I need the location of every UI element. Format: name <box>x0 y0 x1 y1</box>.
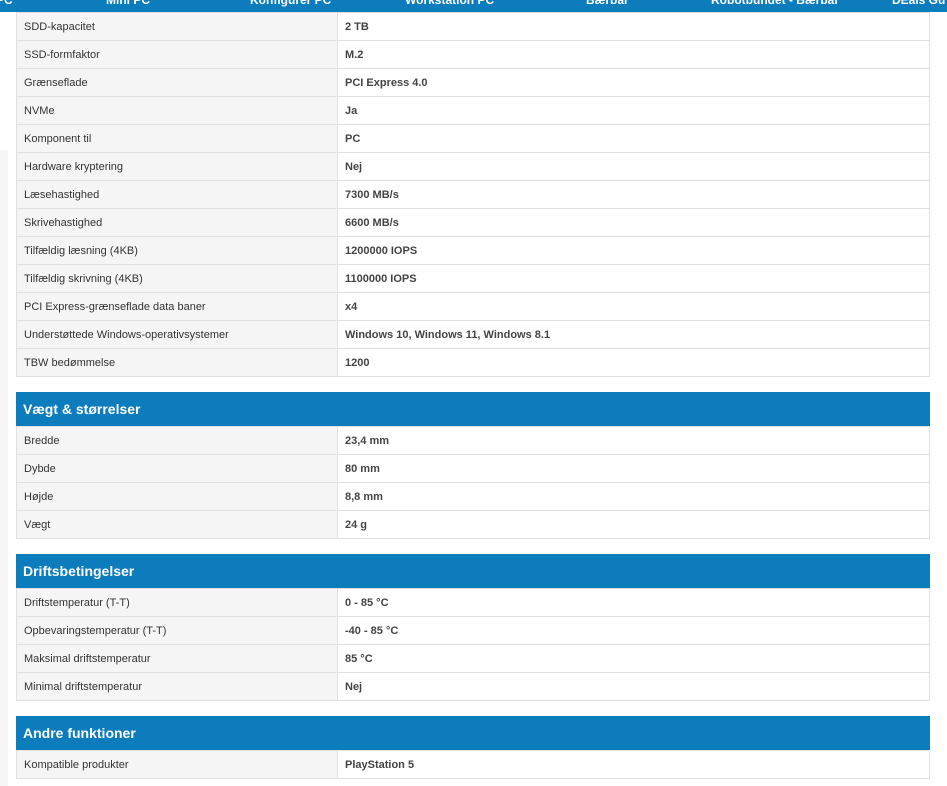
table-row: Maksimal driftstemperatur 85 °C <box>16 644 930 673</box>
spec-value: PlayStation 5 <box>337 750 930 779</box>
table-row: Kompatible produkter PlayStation 5 <box>16 750 930 779</box>
spec-label: Bredde <box>16 426 338 455</box>
table-row: Dybde 80 mm <box>16 454 930 483</box>
left-side-strip <box>0 150 8 786</box>
spec-value: Nej <box>337 672 930 701</box>
spec-table-other-features: Kompatible produkter PlayStation 5 <box>16 750 930 779</box>
table-row: SDD-kapacitet 2 TB <box>16 12 930 41</box>
spec-value: Windows 10, Windows 11, Windows 8.1 <box>337 320 930 349</box>
spec-value: 80 mm <box>337 454 930 483</box>
spec-label: Driftstemperatur (T-T) <box>16 588 338 617</box>
spec-label: Læsehastighed <box>16 180 338 209</box>
spec-value: 85 °C <box>337 644 930 673</box>
table-row: Læsehastighed 7300 MB/s <box>16 180 930 209</box>
spec-value: 0 - 85 °C <box>337 588 930 617</box>
table-row: Minimal driftstemperatur Nej <box>16 672 930 701</box>
spec-value: 7300 MB/s <box>337 180 930 209</box>
nav-item-laptop[interactable]: Bærbar <box>586 0 629 8</box>
top-navigation-bar: PC Mini PC Konfigurer PC Workstation PC … <box>0 0 947 12</box>
spec-value: 24 g <box>337 510 930 539</box>
spec-content: SDD-kapacitet 2 TB SSD-formfaktor M.2 Græn… <box>16 12 930 779</box>
table-row: Opbevaringstemperatur (T-T) -40 - 85 °C <box>16 616 930 645</box>
section-header-operating-conditions: Driftsbetingelser <box>16 554 930 588</box>
table-row: SSD-formfaktor M.2 <box>16 40 930 69</box>
spec-label: Hardware kryptering <box>16 152 338 181</box>
spec-value: 23,4 mm <box>337 426 930 455</box>
table-row: PCI Express-grænseflade data baner x4 <box>16 292 930 321</box>
spec-label: PCI Express-grænseflade data baner <box>16 292 338 321</box>
spec-label: Højde <box>16 482 338 511</box>
product-spec-page: PC Mini PC Konfigurer PC Workstation PC … <box>0 0 947 786</box>
spec-label: SDD-kapacitet <box>16 12 338 41</box>
nav-item-mini-pc[interactable]: Mini PC <box>106 0 150 8</box>
spec-value: -40 - 85 °C <box>337 616 930 645</box>
spec-label: SSD-formfaktor <box>16 40 338 69</box>
spec-value: 1200 <box>337 348 930 377</box>
nav-item-rugged-laptop[interactable]: Robotbundet - Bærbar <box>711 0 839 8</box>
spec-table-storage: SDD-kapacitet 2 TB SSD-formfaktor M.2 Græn… <box>16 12 930 377</box>
spec-label: Dybde <box>16 454 338 483</box>
spec-label: Vægt <box>16 510 338 539</box>
table-row: Tilfældig læsning (4KB) 1200000 IOPS <box>16 236 930 265</box>
spec-value: Ja <box>337 96 930 125</box>
table-row: Skrivehastighed 6600 MB/s <box>16 208 930 237</box>
section-header-weight-dimensions: Vægt & størrelser <box>16 392 930 426</box>
table-row: Driftstemperatur (T-T) 0 - 85 °C <box>16 588 930 617</box>
nav-item-configure-pc[interactable]: Konfigurer PC <box>250 0 331 8</box>
spec-value: 1100000 IOPS <box>337 264 930 293</box>
table-row: Hardware kryptering Nej <box>16 152 930 181</box>
spec-value: PCI Express 4.0 <box>337 68 930 97</box>
table-row: Komponent til PC <box>16 124 930 153</box>
spec-table-operating-conditions: Driftstemperatur (T-T) 0 - 85 °C Opbevari… <box>16 588 930 701</box>
table-row: Tilfældig skrivning (4KB) 1100000 IOPS <box>16 264 930 293</box>
section-header-other-features: Andre funktioner <box>16 716 930 750</box>
spec-value: PC <box>337 124 930 153</box>
spec-value: 8,8 mm <box>337 482 930 511</box>
spec-label: Opbevaringstemperatur (T-T) <box>16 616 338 645</box>
table-row: Grænseflade PCI Express 4.0 <box>16 68 930 97</box>
spec-label: Skrivehastighed <box>16 208 338 237</box>
spec-value: 2 TB <box>337 12 930 41</box>
spec-label: Understøttede Windows-operativsystemer <box>16 320 338 349</box>
nav-item-workstation-pc[interactable]: Workstation PC <box>405 0 494 8</box>
table-row: Bredde 23,4 mm <box>16 426 930 455</box>
spec-label: Komponent til <box>16 124 338 153</box>
spec-value: 6600 MB/s <box>337 208 930 237</box>
spec-label: Tilfældig skrivning (4KB) <box>16 264 338 293</box>
spec-label: Tilfældig læsning (4KB) <box>16 236 338 265</box>
nav-item-deals[interactable]: DEals Gu <box>892 0 945 8</box>
spec-label: TBW bedømmelse <box>16 348 338 377</box>
spec-table-weight-dimensions: Bredde 23,4 mm Dybde 80 mm Højde 8,8 mm Væg… <box>16 426 930 539</box>
table-row: Understøttede Windows-operativsystemer Wi… <box>16 320 930 349</box>
spec-label: NVMe <box>16 96 338 125</box>
spec-label: Grænseflade <box>16 68 338 97</box>
spec-value: M.2 <box>337 40 930 69</box>
spec-value: x4 <box>337 292 930 321</box>
spec-label: Kompatible produkter <box>16 750 338 779</box>
spec-label: Maksimal driftstemperatur <box>16 644 338 673</box>
table-row: TBW bedømmelse 1200 <box>16 348 930 377</box>
spec-label: Minimal driftstemperatur <box>16 672 338 701</box>
table-row: Vægt 24 g <box>16 510 930 539</box>
spec-value: 1200000 IOPS <box>337 236 930 265</box>
nav-item-pc[interactable]: PC <box>0 0 13 8</box>
table-row: Højde 8,8 mm <box>16 482 930 511</box>
spec-value: Nej <box>337 152 930 181</box>
table-row: NVMe Ja <box>16 96 930 125</box>
